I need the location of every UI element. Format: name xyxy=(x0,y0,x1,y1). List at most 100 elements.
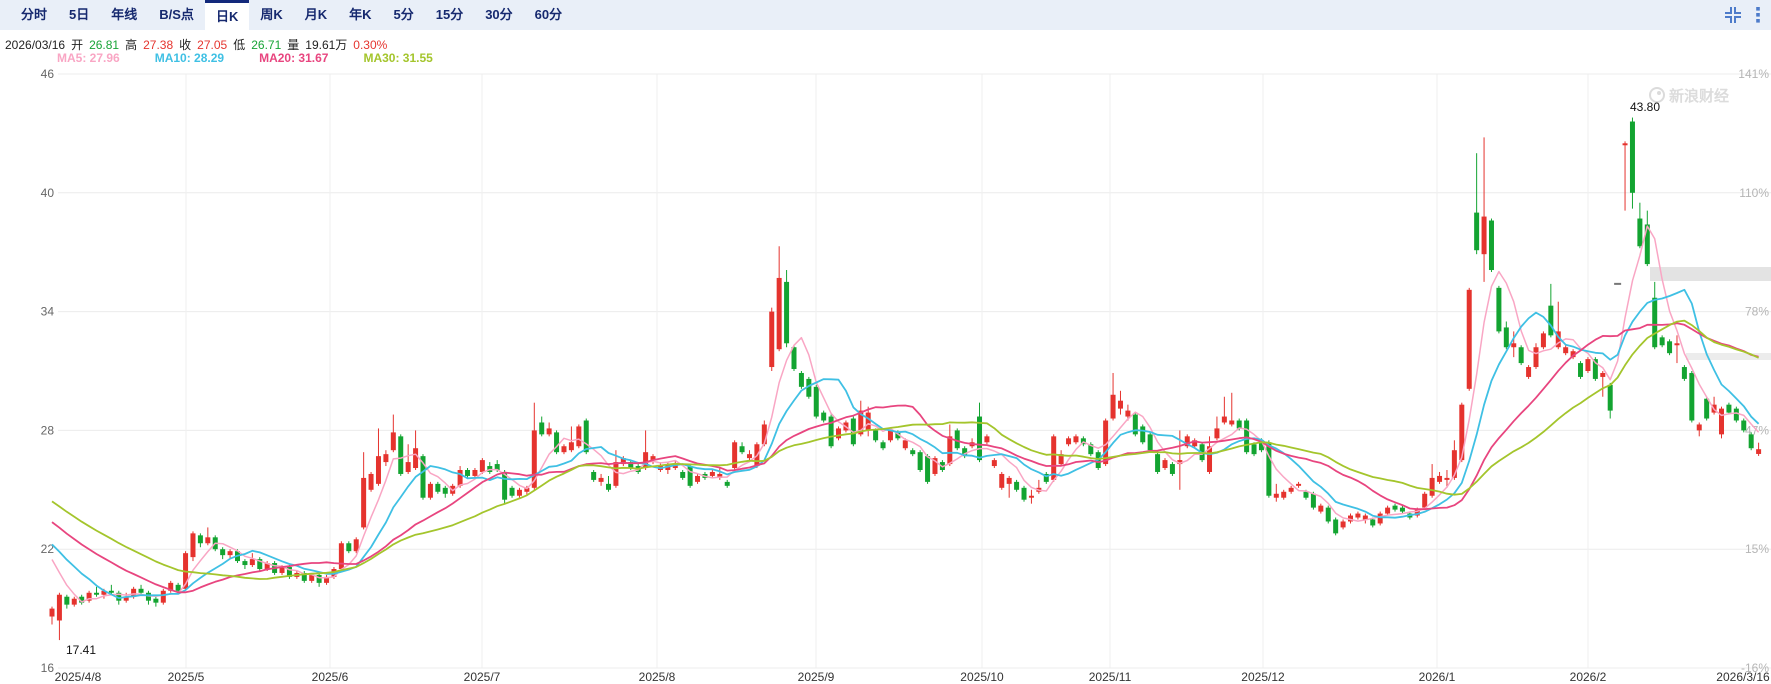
candle-body xyxy=(984,436,989,442)
info-close-label: 收 xyxy=(179,38,191,52)
x-axis-label: 2025/4/8 xyxy=(55,670,102,684)
candle-body xyxy=(176,585,181,591)
candle-body xyxy=(72,599,77,605)
candle-body xyxy=(1637,219,1642,247)
candle-body xyxy=(1534,347,1539,367)
candle-body xyxy=(480,460,485,472)
candle-body xyxy=(406,462,411,472)
candle-body xyxy=(539,422,544,434)
info-open-value: 26.81 xyxy=(89,38,119,52)
tab-bs-point[interactable]: B/S点 xyxy=(148,0,205,30)
collapse-icon[interactable] xyxy=(1723,5,1743,25)
candle-body xyxy=(569,442,574,450)
candle-body xyxy=(606,484,611,490)
candle-body xyxy=(740,446,745,452)
candle-body xyxy=(1148,434,1153,450)
tab-rik[interactable]: 日K xyxy=(205,0,249,30)
y-axis-left-label: 28 xyxy=(41,423,55,437)
y-axis-right-label: 15% xyxy=(1745,542,1769,556)
tab-zhouk[interactable]: 周K xyxy=(249,0,293,30)
candle-body xyxy=(510,488,515,496)
candle-body xyxy=(361,478,366,528)
candle-body xyxy=(465,470,470,476)
candle-body xyxy=(1496,288,1501,332)
candle-body xyxy=(220,549,225,555)
y-axis-right-label: 141% xyxy=(1738,67,1769,81)
candle-body xyxy=(94,593,99,595)
info-change-value: 0.30% xyxy=(353,38,387,52)
candle-body xyxy=(1467,290,1472,389)
candle-body xyxy=(992,460,997,466)
candle-body xyxy=(688,466,693,486)
tab-niank[interactable]: 年K xyxy=(338,0,382,30)
candle-body xyxy=(1400,508,1405,512)
x-axis-label: 2026/1 xyxy=(1419,670,1456,684)
info-open-label: 开 xyxy=(71,38,83,52)
tab-nianxian[interactable]: 年线 xyxy=(100,0,148,30)
tab-15fen[interactable]: 15分 xyxy=(425,0,474,30)
candle-body xyxy=(725,482,730,486)
y-axis-left-label: 34 xyxy=(41,305,55,319)
candle-body xyxy=(443,488,448,494)
tab-5fen[interactable]: 5分 xyxy=(383,0,425,30)
candle-body xyxy=(1585,359,1590,371)
candle-body xyxy=(680,472,685,478)
x-axis-label: 2025/10 xyxy=(960,670,1004,684)
kline-chart[interactable]: 46141%40110%3478%2847%2215%16-16%2025/4/… xyxy=(0,0,1771,684)
candle-body xyxy=(1111,395,1116,419)
candle-body xyxy=(1393,506,1398,510)
candle-body xyxy=(139,589,144,593)
candle-body xyxy=(517,490,522,496)
candle-body xyxy=(198,535,203,543)
tab-60fen[interactable]: 60分 xyxy=(524,0,573,30)
candle-body xyxy=(1667,341,1672,353)
candle-body xyxy=(866,413,871,431)
candle-body xyxy=(317,575,322,583)
x-axis-label: 2026/3/16 xyxy=(1716,670,1770,684)
candle-body xyxy=(1489,221,1494,271)
sina-finance-watermark: 新浪财经 xyxy=(1650,87,1729,105)
candle-body xyxy=(1578,363,1583,377)
candle-body xyxy=(1630,122,1635,193)
kebab-menu-icon[interactable] xyxy=(1755,5,1761,25)
candle-body xyxy=(1125,411,1130,417)
candle-body xyxy=(153,599,158,603)
candle-body xyxy=(955,430,960,448)
candle-body xyxy=(947,436,952,464)
candle-body xyxy=(1689,373,1694,421)
candle-body xyxy=(228,551,233,555)
candle-body xyxy=(881,442,886,448)
y-axis-left-label: 40 xyxy=(41,186,55,200)
tab-30fen[interactable]: 30分 xyxy=(474,0,523,30)
candle-body xyxy=(1318,506,1323,512)
candle-body xyxy=(1355,514,1360,518)
tab-yuek[interactable]: 月K xyxy=(294,0,338,30)
tab-5ri[interactable]: 5日 xyxy=(58,0,100,30)
candle-body xyxy=(584,421,589,453)
tab-fenshi[interactable]: 分时 xyxy=(10,0,58,30)
info-low-label: 低 xyxy=(233,38,245,52)
y-axis-right-label: 78% xyxy=(1745,305,1769,319)
low-price-annotation: 17.41 xyxy=(66,643,96,657)
candle-body xyxy=(829,417,834,447)
candle-body xyxy=(1311,494,1316,508)
candle-body xyxy=(398,436,403,474)
candle-body xyxy=(1719,409,1724,435)
candle-body xyxy=(903,440,908,448)
candle-body xyxy=(64,597,69,605)
candle-body xyxy=(710,472,715,476)
candle-body xyxy=(1734,409,1739,421)
candle-body xyxy=(369,474,374,490)
candle-body xyxy=(1029,496,1034,498)
tabbar-icons xyxy=(1723,0,1771,30)
candle-body xyxy=(346,543,351,551)
ma-line-ma5 xyxy=(52,226,1759,602)
candle-body xyxy=(1652,298,1657,348)
candle-body xyxy=(1444,478,1449,480)
candle-body xyxy=(1378,514,1383,524)
candle-body xyxy=(1526,367,1531,377)
candle-body xyxy=(1608,385,1613,411)
candle-body xyxy=(1326,508,1331,522)
x-axis-label: 2025/6 xyxy=(312,670,349,684)
candle-body xyxy=(999,474,1004,488)
